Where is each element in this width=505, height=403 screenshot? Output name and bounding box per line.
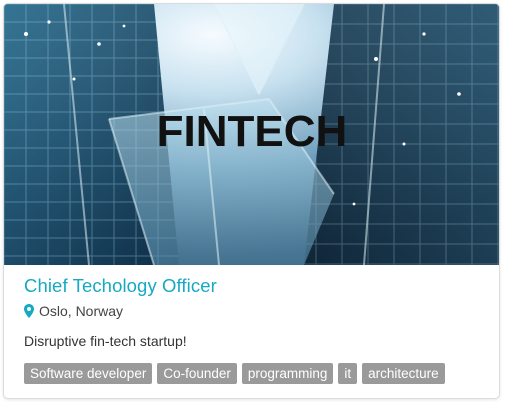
tag-it[interactable]: it — [338, 363, 358, 384]
job-location: Oslo, Norway — [24, 303, 123, 319]
tag-architecture[interactable]: architecture — [362, 363, 445, 384]
job-cover-image[interactable]: FINTECH — [4, 4, 499, 265]
location-text: Oslo, Norway — [39, 303, 124, 319]
job-tags: Software developer Co-founder programmin… — [24, 363, 445, 384]
job-title-link[interactable]: Chief Techology Officer — [24, 275, 217, 297]
job-card[interactable]: FINTECH Chief Techology Officer Oslo, No… — [3, 3, 500, 399]
tag-software-developer[interactable]: Software developer — [24, 363, 153, 384]
map-pin-icon — [24, 304, 34, 318]
cover-headline: FINTECH — [157, 107, 348, 156]
job-description: Disruptive fin-tech startup! — [24, 333, 187, 349]
tag-co-founder[interactable]: Co-founder — [157, 363, 237, 384]
tag-programming[interactable]: programming — [241, 363, 334, 384]
job-details: Chief Techology Officer Oslo, Norway Dis… — [4, 265, 499, 398]
